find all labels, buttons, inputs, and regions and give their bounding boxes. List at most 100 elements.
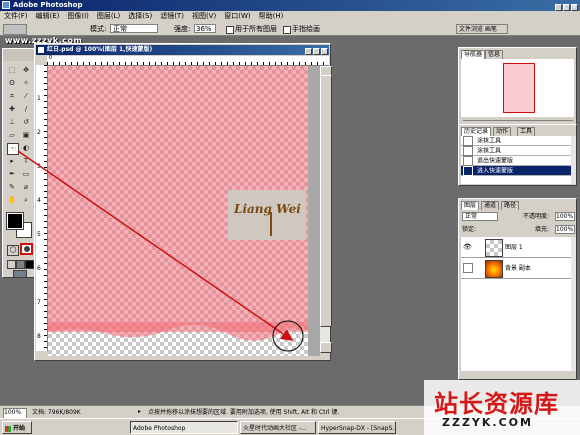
tab-channels[interactable]: 通道	[481, 201, 500, 210]
crop-tool-icon[interactable]: ⌗	[7, 91, 17, 101]
path-select-icon[interactable]: ▸	[7, 156, 17, 166]
lasso-tool-icon[interactable]: ʘ	[7, 78, 17, 88]
status-arrow-icon[interactable]: ▸	[138, 408, 141, 415]
mode-label: 模式:	[90, 25, 107, 33]
magic-wand-icon[interactable]: ✧	[21, 78, 31, 88]
menu-file[interactable]: 文件(F)	[0, 11, 32, 22]
taskbar-hxsd[interactable]: 火星时代动画大社区 -...	[240, 421, 316, 434]
mode-select[interactable]: 正常	[110, 24, 158, 33]
tab-navigator[interactable]: 导航器	[461, 50, 486, 59]
menu-select[interactable]: 选择(S)	[124, 11, 156, 22]
opacity-input-value: 36%	[196, 25, 212, 33]
history-item[interactable]: 退出快速蒙版	[461, 156, 571, 166]
doc-maximize-button[interactable]: □	[313, 48, 320, 55]
tab-history[interactable]: 历史记录	[461, 127, 492, 136]
menu-layer[interactable]: 图层(L)	[93, 11, 124, 22]
gradient-tool-icon[interactable]: ▣	[21, 130, 31, 140]
eye-icon-hidden[interactable]	[463, 263, 473, 273]
shape-tool-icon[interactable]: ▭	[21, 169, 31, 179]
vruler-label-3: 3	[37, 163, 41, 170]
minimize-button[interactable]: _	[555, 4, 562, 11]
zoom-tool-icon[interactable]: ⌕	[21, 195, 31, 205]
navigator-panel: 导航器 信息	[458, 47, 577, 131]
scroll-thumb[interactable]	[320, 75, 332, 327]
history-item-selected[interactable]: 进入快速蒙版	[461, 166, 571, 176]
eye-icon[interactable]: 👁	[463, 243, 472, 251]
file-browser-tab[interactable]: 文件浏览 画笔	[456, 24, 508, 34]
opacity-label: 强度:	[174, 25, 191, 33]
app-title-bar: Adobe Photoshop _ □ ×	[0, 0, 580, 11]
tab-tools[interactable]: 工具	[517, 127, 536, 136]
smudge-tool-preset[interactable]	[3, 24, 27, 35]
hand-tool-icon[interactable]: ✋	[7, 195, 17, 205]
menu-help[interactable]: 帮助(H)	[255, 11, 288, 22]
windows-logo-icon	[5, 425, 11, 432]
history-item[interactable]: 涂抹工具	[461, 136, 571, 146]
layer-row[interactable]: 👁 图层 1	[461, 237, 571, 258]
layer-row[interactable]: 背景 副本	[461, 258, 571, 279]
marquee-tool-icon[interactable]: ⬚	[7, 65, 17, 75]
scroll-down-button[interactable]	[320, 342, 332, 353]
vruler-label-7: 7	[37, 299, 41, 306]
screen-mode-3-icon[interactable]	[25, 260, 34, 269]
opacity-input[interactable]: 36%	[194, 24, 216, 33]
liangwei-logo: Liang Wei	[228, 190, 306, 240]
type-tool-icon[interactable]: T	[21, 156, 31, 166]
vruler-label-6: 6	[37, 265, 41, 272]
menu-filter[interactable]: 滤镜(T)	[156, 11, 188, 22]
layer-opacity-label: 不透明度:	[523, 213, 550, 220]
navigator-thumbnail	[503, 63, 535, 113]
slice-tool-icon[interactable]: ⁄	[21, 91, 31, 101]
app-title: Adobe Photoshop	[13, 1, 83, 9]
document-window: 红日.psd @ 100%(图层 1,快速蒙版) _ □ × 0 1 2 3 4 5…	[34, 43, 332, 361]
layers-scrollbar[interactable]	[571, 237, 576, 371]
menu-view[interactable]: 视图(V)	[188, 11, 220, 22]
history-item-label: 进入快速蒙版	[477, 167, 514, 175]
screen-mode-2-icon[interactable]	[16, 260, 25, 269]
tab-info[interactable]: 信息	[485, 50, 504, 59]
notes-tool-icon[interactable]: ✎	[7, 182, 17, 192]
fill-input[interactable]: 100%	[555, 225, 575, 234]
standard-mode-icon[interactable]: ◯	[7, 245, 19, 256]
finger-paint-checkbox[interactable]	[283, 26, 291, 34]
doc-minimize-button[interactable]: _	[305, 48, 312, 55]
eyedropper-icon[interactable]: ⌀	[21, 182, 31, 192]
maximize-button[interactable]: □	[563, 4, 570, 11]
clone-stamp-icon[interactable]: ⊥	[7, 117, 17, 127]
vertical-scrollbar[interactable]	[320, 66, 332, 353]
menu-image[interactable]: 图像(I)	[63, 11, 93, 22]
smudge-tool-icon[interactable]: ☜	[7, 143, 19, 155]
move-tool-icon[interactable]: ✥	[21, 65, 31, 75]
vruler-label-4: 4	[37, 197, 41, 204]
start-button[interactable]: 开始	[2, 421, 32, 434]
horizontal-ruler: 0	[47, 55, 329, 66]
tab-actions[interactable]: 动作	[493, 127, 512, 136]
pen-tool-icon[interactable]: ✒	[7, 169, 17, 179]
layer-name: 图层 1	[505, 244, 523, 251]
layer-opacity-value: 100%	[556, 213, 574, 220]
history-scrollbar[interactable]	[571, 136, 576, 184]
taskbar-hypersnap[interactable]: HyperSnap-DX - [SnapS...]	[318, 421, 396, 434]
blend-mode-select[interactable]: 正常	[462, 212, 498, 221]
tab-layers[interactable]: 图层	[461, 201, 480, 210]
quick-mask-mode-icon[interactable]	[20, 243, 33, 255]
screen-mode-1-icon[interactable]	[7, 260, 16, 269]
ruler-label-0: 0	[49, 55, 53, 61]
dodge-tool-icon[interactable]: ◐	[21, 143, 31, 153]
menu-window[interactable]: 窗口(W)	[220, 11, 254, 22]
toolbox: ⬚ ✥ ʘ ✧ ⌗ ⁄ ✚ ∕ ⊥ ↺ ▱ ▣ ☜ ◐ ▸ T ✒ ▭ ✎ ⌀ …	[2, 48, 36, 278]
doc-close-button[interactable]: ×	[321, 48, 328, 55]
close-button[interactable]: ×	[571, 4, 578, 11]
history-brush-icon[interactable]: ↺	[21, 117, 31, 127]
taskbar-photoshop[interactable]: Adobe Photoshop	[130, 421, 238, 434]
jump-to-imageready-icon[interactable]	[13, 270, 27, 278]
healing-brush-icon[interactable]: ✚	[7, 104, 17, 114]
layer-opacity-input[interactable]: 100%	[555, 212, 575, 221]
brush-tool-icon[interactable]: ∕	[21, 104, 31, 114]
all-layers-checkbox[interactable]	[226, 26, 234, 34]
menu-edit[interactable]: 编辑(E)	[32, 11, 64, 22]
tab-paths[interactable]: 路径	[501, 201, 520, 210]
canvas[interactable]: Liang Wei	[48, 66, 308, 356]
eraser-tool-icon[interactable]: ▱	[7, 130, 17, 140]
history-item[interactable]: 涂抹工具	[461, 146, 571, 156]
